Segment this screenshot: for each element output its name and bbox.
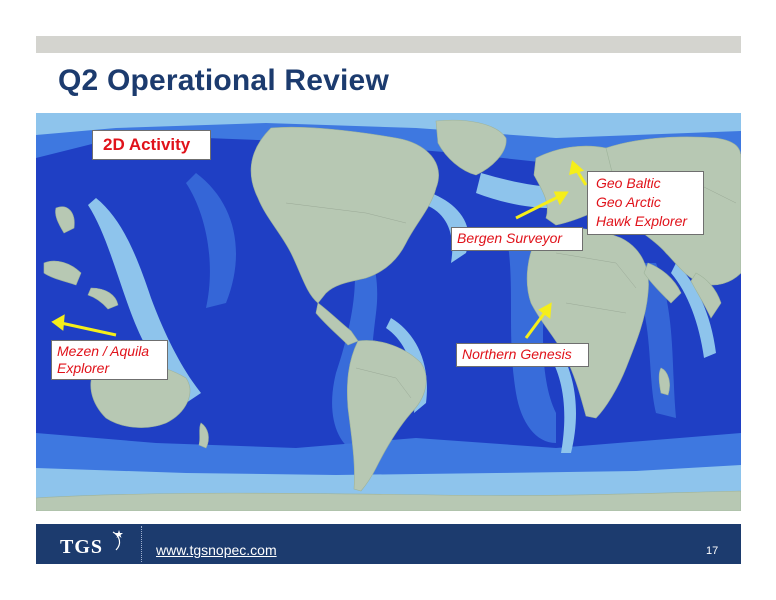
label-hawk-explorer: Hawk Explorer bbox=[596, 213, 688, 229]
label-mezen-aquila-line1: Mezen / Aquila bbox=[57, 343, 150, 359]
footer-divider bbox=[141, 526, 142, 562]
label-geo-vessels: Geo Baltic Geo Arctic Hawk Explorer bbox=[587, 171, 704, 235]
slide-title: Q2 Operational Review bbox=[58, 64, 389, 97]
logo-star-icon bbox=[112, 530, 123, 551]
page-number: 17 bbox=[706, 545, 719, 557]
label-mezen-aquila-line2: Explorer bbox=[57, 360, 110, 376]
label-northern-genesis: Northern Genesis bbox=[456, 343, 589, 367]
label-bergen-surveyor: Bergen Surveyor bbox=[451, 227, 583, 251]
tgs-logo: TGS bbox=[60, 536, 104, 558]
slide: Q2 Operational Review 2D Activity Geo Ba… bbox=[0, 0, 776, 600]
top-band bbox=[36, 36, 741, 53]
label-mezen-aquila: Mezen / Aquila Explorer bbox=[51, 340, 168, 380]
footer-url-link[interactable]: www.tgsnopec.com bbox=[156, 542, 277, 558]
label-geo-baltic: Geo Baltic bbox=[596, 175, 661, 191]
activity-heading: 2D Activity bbox=[92, 130, 211, 160]
label-geo-arctic: Geo Arctic bbox=[596, 194, 661, 210]
